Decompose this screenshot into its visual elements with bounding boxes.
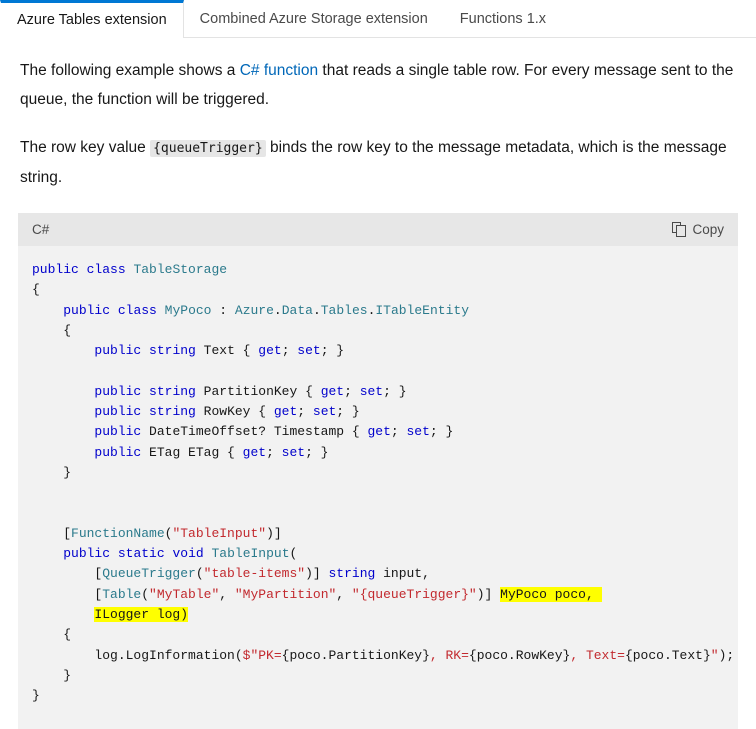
- paragraph-example-intro: The following example shows a C# functio…: [20, 38, 736, 114]
- tab-combined-azure-storage-extension[interactable]: Combined Azure Storage extension: [184, 0, 444, 38]
- code-block: C# Copy public class TableStorage { publ…: [18, 213, 738, 729]
- tab-functions-1x[interactable]: Functions 1.x: [444, 0, 562, 38]
- code-source: public class TableStorage { public class…: [32, 262, 735, 704]
- copy-code-button[interactable]: Copy: [670, 220, 726, 239]
- csharp-function-link[interactable]: C# function: [240, 62, 318, 79]
- tab-bar: Azure Tables extension Combined Azure St…: [0, 0, 756, 38]
- copy-button-label: Copy: [692, 222, 724, 237]
- code-block-header: C# Copy: [18, 213, 738, 246]
- code-language-label: C#: [32, 222, 50, 237]
- copy-icon: [672, 222, 687, 237]
- tab-azure-tables-extension[interactable]: Azure Tables extension: [0, 0, 184, 38]
- inline-code-queue-trigger: {queueTrigger}: [150, 140, 266, 157]
- paragraph-row-key-note: The row key value {queueTrigger} binds t…: [20, 114, 736, 192]
- code-content[interactable]: public class TableStorage { public class…: [18, 246, 738, 729]
- article-content: The following example shows a C# functio…: [0, 38, 756, 192]
- paragraph-text-segment: The following example shows a: [20, 62, 240, 79]
- paragraph-text-segment: The row key value: [20, 139, 151, 156]
